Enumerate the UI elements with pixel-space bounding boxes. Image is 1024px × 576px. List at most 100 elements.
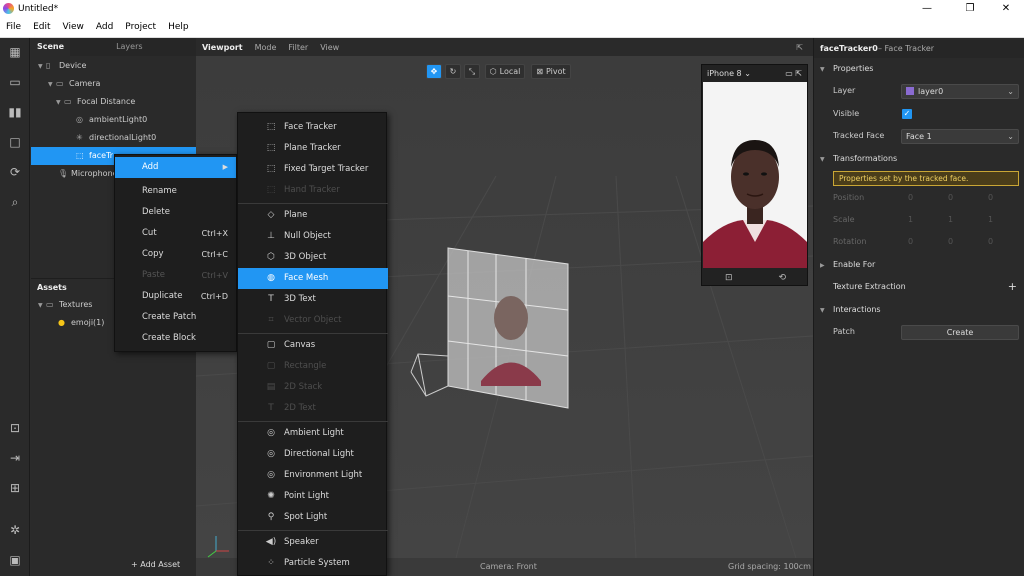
tab-filter[interactable]: Filter <box>282 43 314 52</box>
menu-file[interactable]: File <box>0 22 27 32</box>
face-tracker-icon: ⬚ <box>76 151 84 160</box>
submenu-item-environment-light[interactable]: ◎ Environment Light <box>238 465 388 486</box>
patch-editor-icon[interactable]: ▮▮ <box>7 104 23 120</box>
add-icon[interactable]: + <box>1008 278 1017 296</box>
menu-project[interactable]: Project <box>119 22 162 32</box>
tab-viewport[interactable]: Viewport <box>196 43 249 52</box>
camera-switch-icon[interactable]: ⊡ <box>725 273 733 283</box>
popout-icon[interactable]: ⇱ <box>790 43 809 52</box>
menu-item-delete[interactable]: Delete <box>115 202 236 223</box>
submenu-item-3d-text[interactable]: T 3D Text <box>238 289 388 310</box>
restore-icon[interactable]: ▭ <box>785 69 793 78</box>
plane-icon: ◇ <box>267 210 275 220</box>
tree-item-focal-distance[interactable]: ▼ ▭ Focal Distance <box>56 93 135 111</box>
video-icon[interactable]: ▭ <box>7 74 23 90</box>
section-texture-extraction[interactable]: Texture Extraction + <box>814 278 1024 296</box>
globe-icon: ◎ <box>267 449 275 459</box>
layer-dropdown[interactable]: layer0 ⌄ <box>901 84 1019 99</box>
feedback-icon[interactable]: ▣ <box>7 552 23 568</box>
submenu-item-2d-stack: ▤ 2D Stack <box>238 377 388 398</box>
bug-icon[interactable]: ✲ <box>7 522 23 538</box>
caret-down-icon[interactable]: ▼ <box>56 94 64 112</box>
menu-item-create-patch[interactable]: Create Patch <box>115 307 236 328</box>
menu-item-add[interactable]: Add ▶ <box>115 157 236 178</box>
speaker-icon: ◀) <box>265 537 277 547</box>
submenu-item-fixed-target-tracker[interactable]: ⬚ Fixed Target Tracker <box>238 159 388 180</box>
rotate-tool-icon[interactable]: ↻ <box>445 64 461 79</box>
menu-edit[interactable]: Edit <box>27 22 56 32</box>
maximize-icon[interactable]: ❐ <box>955 0 985 17</box>
submenu-item-canvas[interactable]: ▢ Canvas <box>238 335 388 356</box>
caret-down-icon[interactable]: ▼ <box>38 297 46 315</box>
menu-view[interactable]: View <box>57 22 90 32</box>
tree-item-device[interactable]: ▼ ▯ Device <box>38 57 86 75</box>
submenu-item-face-mesh[interactable]: ◍ Face Mesh <box>238 268 388 289</box>
submenu-item-plane-tracker[interactable]: ⬚ Plane Tracker <box>238 138 388 159</box>
menu-item-create-block[interactable]: Create Block <box>115 328 236 349</box>
submenu-item-point-light[interactable]: ✺ Point Light <box>238 486 388 507</box>
submenu-item-ambient-light[interactable]: ◎ Ambient Light <box>238 423 388 444</box>
submenu-item-speaker[interactable]: ◀) Speaker <box>238 532 388 553</box>
tab-scene[interactable]: Scene <box>31 38 71 56</box>
tab-layers[interactable]: Layers <box>110 38 148 56</box>
caret-down-icon[interactable]: ▼ <box>38 58 46 76</box>
visible-checkbox[interactable]: ✓ <box>902 109 912 119</box>
rotate-device-icon[interactable]: ⟲ <box>778 273 786 283</box>
caret-down-icon[interactable]: ▼ <box>48 76 56 94</box>
menu-divider <box>238 333 388 334</box>
rotation-x: 0 <box>908 237 914 246</box>
popout-icon[interactable]: ⇱ <box>795 69 802 78</box>
submenu-item-directional-light[interactable]: ◎ Directional Light <box>238 444 388 465</box>
submenu-item-particle-system[interactable]: ⁘ Particle System <box>238 553 388 574</box>
square-icon[interactable]: □ <box>7 134 23 150</box>
minimize-icon[interactable]: — <box>912 0 942 17</box>
tree-item-directional-light[interactable]: ✳ directionalLight0 <box>76 129 156 147</box>
submenu-item-rectangle: ▢ Rectangle <box>238 356 388 377</box>
section-enable-for[interactable]: ▶ Enable For <box>814 256 1024 274</box>
submenu-item-plane[interactable]: ◇ Plane <box>238 205 388 226</box>
layout-icon[interactable]: ▦ <box>7 44 23 60</box>
menu-item-copy[interactable]: Copy Ctrl+C <box>115 244 236 265</box>
viewport-tabs: Viewport Mode Filter View ⇱ <box>196 38 813 56</box>
tree-item-microphone[interactable]: 🎙 Microphone <box>58 165 118 183</box>
search-icon[interactable]: ⌕ <box>7 194 23 210</box>
pivot-toggle[interactable]: ⊠ Pivot <box>531 64 571 79</box>
export-icon[interactable]: ⇥ <box>7 450 23 466</box>
spot-light-icon: ⚲ <box>267 512 275 522</box>
assets-folder-textures[interactable]: ▼ ▭ Textures <box>38 296 92 314</box>
section-interactions[interactable]: ▼ Interactions <box>814 301 1024 319</box>
ambient-light-icon: ◎ <box>76 115 83 124</box>
submenu-item-spot-light[interactable]: ⚲ Spot Light <box>238 507 388 528</box>
device-selector[interactable]: iPhone 8 ⌄ ▭ ⇱ <box>702 65 807 81</box>
section-properties[interactable]: ▼ Properties <box>814 60 1024 78</box>
local-toggle[interactable]: ⬡ Local <box>485 64 525 79</box>
submenu-item-null-object[interactable]: ⊥ Null Object <box>238 226 388 247</box>
asset-item-emoji[interactable]: ● emoji(1) <box>58 314 104 332</box>
tracked-face-dropdown[interactable]: Face 1 ⌄ <box>901 129 1019 144</box>
menu-add[interactable]: Add <box>90 22 119 32</box>
menu-divider <box>238 530 388 531</box>
submenu-item-2d-text: T 2D Text <box>238 398 388 419</box>
upload-icon[interactable]: ⊞ <box>7 480 23 496</box>
menu-item-duplicate[interactable]: Duplicate Ctrl+D <box>115 286 236 307</box>
tree-item-ambient-light[interactable]: ◎ ambientLight0 <box>76 111 147 129</box>
menu-item-rename[interactable]: Rename <box>115 181 236 202</box>
submenu-item-3d-object[interactable]: ⬡ 3D Object <box>238 247 388 268</box>
section-transformations[interactable]: ▼ Transformations <box>814 150 1024 168</box>
tree-item-camera[interactable]: ▼ ▭ Camera <box>48 75 100 93</box>
submenu-item-face-tracker[interactable]: ⬚ Face Tracker <box>238 117 388 138</box>
tab-view[interactable]: View <box>314 43 345 52</box>
menu-help[interactable]: Help <box>162 22 195 32</box>
move-tool-icon[interactable]: ✥ <box>426 64 442 79</box>
menu-item-cut[interactable]: Cut Ctrl+X <box>115 223 236 244</box>
canvas-icon: ▢ <box>266 340 276 350</box>
tab-mode[interactable]: Mode <box>249 43 283 52</box>
import-icon[interactable]: ⊡ <box>7 420 23 436</box>
scale-tool-icon[interactable]: ⤡ <box>464 64 480 79</box>
add-asset-button[interactable]: + Add Asset <box>131 556 180 574</box>
face-tracker-icon: ⬚ <box>266 122 276 132</box>
refresh-icon[interactable]: ⟳ <box>7 164 23 180</box>
rotation-z: 0 <box>988 237 994 246</box>
create-patch-button[interactable]: Create <box>901 325 1019 340</box>
close-icon[interactable]: ✕ <box>991 0 1021 17</box>
